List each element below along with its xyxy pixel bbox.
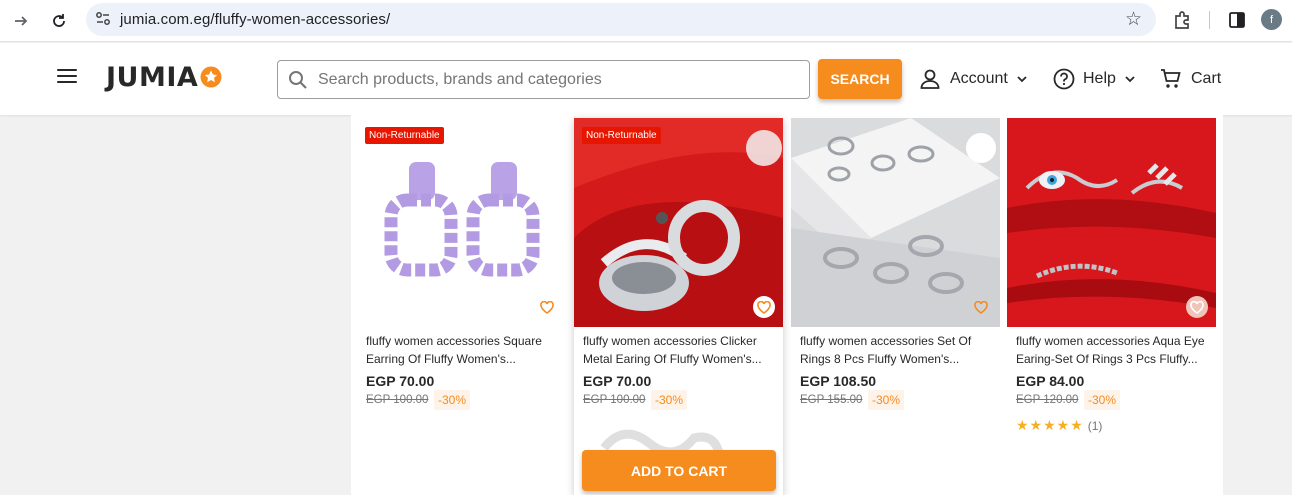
logo-text: JUMIA (106, 61, 199, 93)
silver-hoop-earrings-image (574, 118, 783, 327)
chevron-down-icon (1017, 76, 1027, 83)
rating-count: (1) (1087, 419, 1103, 433)
product-card[interactable]: fluffy women accessories Aqua Eye Earing… (1007, 118, 1216, 495)
discount-badge: -30% (434, 390, 471, 410)
product-card[interactable]: fluffy women accessories Set Of Rings 8 … (791, 118, 1000, 495)
menu-icon[interactable] (57, 69, 77, 85)
wishlist-heart-icon[interactable] (970, 296, 992, 318)
product-image[interactable] (1007, 118, 1216, 327)
add-to-cart-button[interactable]: ADD TO CART (582, 450, 776, 491)
extensions-icon[interactable] (1172, 9, 1194, 31)
wishlist-heart-icon[interactable] (753, 296, 775, 318)
toolbar-divider (1209, 11, 1210, 29)
search-icon (289, 71, 307, 89)
wishlist-heart-icon[interactable] (536, 296, 558, 318)
help-icon (1053, 68, 1075, 90)
search-box (277, 60, 810, 99)
rings-set-image (791, 118, 1000, 327)
non-returnable-badge: Non-Returnable (582, 127, 661, 144)
search-button[interactable]: SEARCH (818, 59, 902, 99)
chevron-down-icon (1125, 76, 1135, 83)
cart-link[interactable]: Cart (1159, 65, 1221, 93)
address-bar[interactable]: jumia.com.eg/fluffy-women-accessories/ ☆ (86, 3, 1156, 36)
cart-icon (1161, 69, 1181, 88)
product-image[interactable] (791, 118, 1000, 327)
product-price: EGP 70.00 (583, 373, 652, 389)
product-old-price: EGP 100.00 (583, 394, 646, 406)
user-icon (920, 69, 940, 89)
aqua-eye-rings-image (1007, 163, 1216, 308)
account-label: Account (950, 70, 1008, 87)
discount-badge: -30% (651, 390, 688, 410)
purple-earrings-image (384, 162, 540, 277)
account-menu[interactable]: Account (918, 65, 1036, 93)
help-label: Help (1083, 70, 1116, 87)
product-price: EGP 84.00 (1016, 373, 1085, 389)
jumia-logo[interactable]: JUMIA (106, 61, 222, 93)
product-grid: Non-Returnable fluffy women accessories … (351, 115, 1223, 495)
rating-stars-icon: ★★★★★ (1016, 418, 1084, 434)
discount-badge: -30% (1084, 390, 1121, 410)
bookmark-star-icon[interactable]: ☆ (1125, 8, 1142, 30)
browser-toolbar: jumia.com.eg/fluffy-women-accessories/ ☆… (0, 0, 1292, 42)
product-card[interactable]: Non-Returnable fluffy women accessories … (574, 118, 783, 495)
wishlist-heart-icon[interactable] (1186, 296, 1208, 318)
product-name[interactable]: fluffy women accessories Square Earring … (366, 332, 558, 368)
product-rating: ★★★★★ (1) (1016, 418, 1102, 434)
product-price: EGP 108.50 (800, 373, 877, 389)
non-returnable-badge: Non-Returnable (365, 127, 444, 144)
profile-avatar[interactable]: f (1261, 9, 1282, 30)
logo-star-icon (200, 66, 222, 88)
site-settings-icon[interactable] (94, 10, 112, 28)
url-text[interactable]: jumia.com.eg/fluffy-women-accessories/ (120, 11, 390, 28)
back-arrow-icon[interactable] (8, 8, 34, 34)
product-old-price: EGP 100.00 (366, 394, 429, 406)
product-old-price: EGP 155.00 (800, 394, 863, 406)
product-card[interactable]: Non-Returnable fluffy women accessories … (357, 118, 566, 495)
product-image[interactable]: Non-Returnable (357, 118, 566, 327)
product-name[interactable]: fluffy women accessories Clicker Metal E… (583, 332, 775, 368)
reload-icon[interactable] (46, 8, 72, 34)
product-name[interactable]: fluffy women accessories Set Of Rings 8 … (800, 332, 992, 368)
product-image[interactable]: Non-Returnable (574, 118, 783, 327)
product-old-price: EGP 120.00 (1016, 394, 1079, 406)
product-price: EGP 70.00 (366, 373, 435, 389)
site-header: JUMIA SEARCH Account Help (0, 43, 1292, 115)
discount-badge: -30% (868, 390, 905, 410)
side-panel-icon[interactable] (1226, 9, 1248, 31)
product-name[interactable]: fluffy women accessories Aqua Eye Earing… (1016, 332, 1208, 368)
cart-label: Cart (1191, 70, 1222, 87)
help-menu[interactable]: Help (1053, 65, 1144, 93)
search-input[interactable] (318, 61, 798, 98)
